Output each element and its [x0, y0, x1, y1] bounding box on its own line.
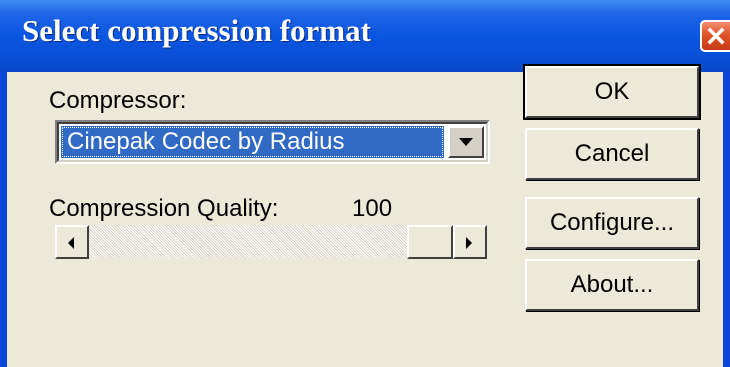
title-bar[interactable]: Select compression format: [0, 0, 730, 72]
about-button[interactable]: About...: [525, 259, 699, 311]
ok-button[interactable]: OK: [523, 64, 701, 120]
configure-button[interactable]: Configure...: [525, 197, 699, 249]
slider-left-button[interactable]: [55, 225, 89, 259]
compressor-selected-value[interactable]: Cinepak Codec by Radius: [61, 126, 444, 158]
compression-quality-label: Compression Quality:: [49, 195, 279, 222]
dialog-window: Select compression format Compressor: Ci…: [0, 0, 730, 367]
compressor-dropdown-button[interactable]: [448, 126, 484, 158]
compressor-label: Compressor:: [49, 87, 187, 114]
quality-slider[interactable]: [55, 225, 487, 259]
slider-right-button[interactable]: [453, 225, 487, 259]
close-button[interactable]: [700, 20, 730, 52]
compressor-select[interactable]: Cinepak Codec by Radius: [55, 120, 490, 164]
compression-quality-value: 100: [352, 195, 393, 222]
cancel-button[interactable]: Cancel: [525, 128, 699, 180]
window-title: Select compression format: [22, 13, 371, 48]
slider-thumb[interactable]: [407, 225, 453, 259]
